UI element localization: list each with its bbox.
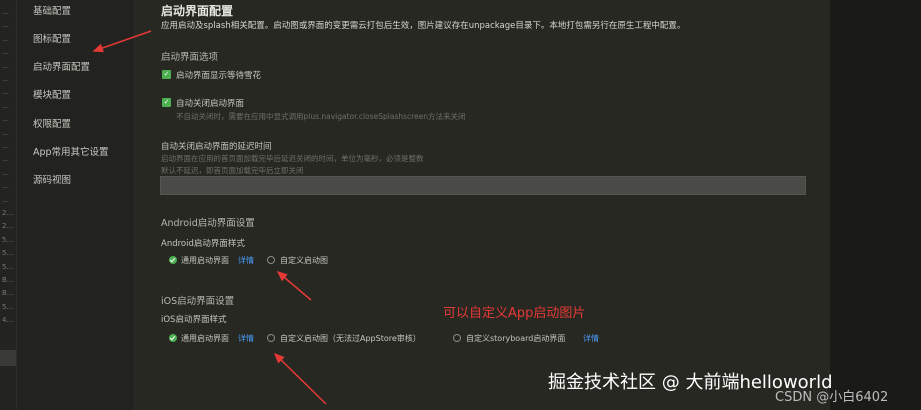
annotation-arrows: [92, 30, 327, 405]
arrow-to-sidebar: [92, 30, 152, 53]
watermark-csdn: CSDN @小白6402: [775, 390, 889, 405]
arrow-to-ios-options: [273, 352, 327, 405]
arrow-to-android-options: [276, 271, 312, 301]
